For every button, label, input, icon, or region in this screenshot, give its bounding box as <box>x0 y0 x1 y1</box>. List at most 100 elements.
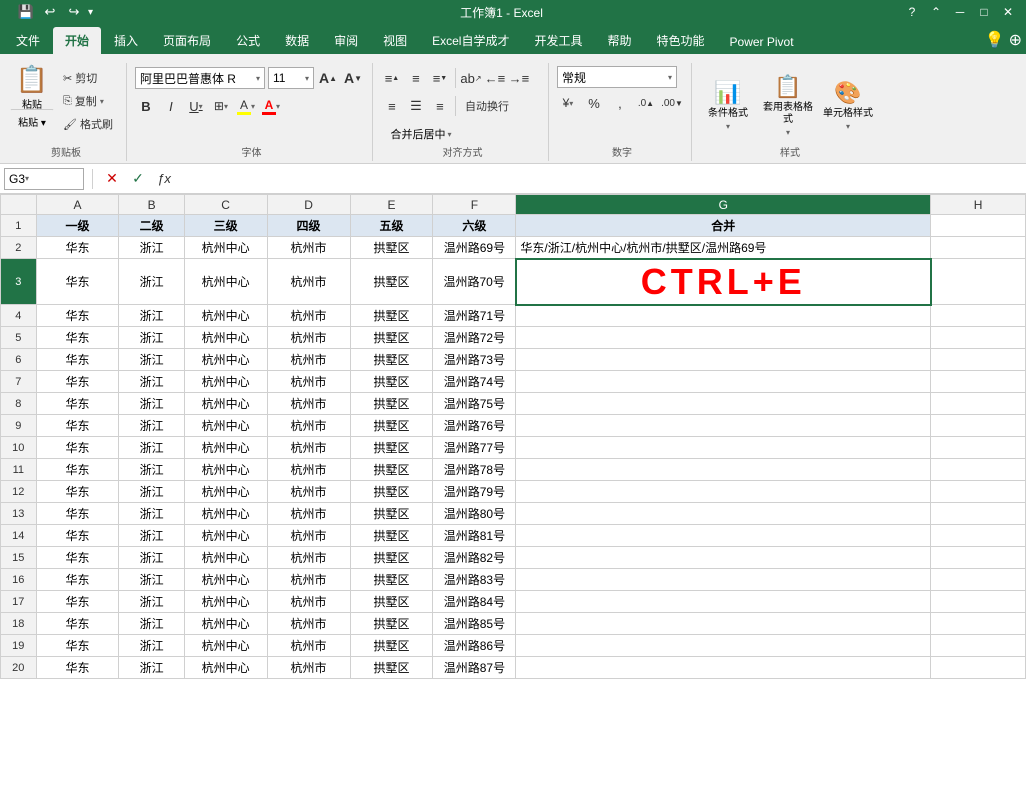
table-cell[interactable]: 杭州市 <box>267 481 350 503</box>
tab-view[interactable]: 视图 <box>371 27 419 54</box>
font-color-button[interactable]: A ▾ <box>260 95 282 117</box>
col-header-H[interactable]: H <box>931 195 1026 215</box>
table-cell[interactable]: 杭州市 <box>267 525 350 547</box>
table-cell[interactable]: 拱墅区 <box>350 393 433 415</box>
help-icon[interactable]: ? <box>902 2 922 22</box>
table-cell[interactable]: 杭州市 <box>267 259 350 305</box>
table-cell[interactable]: 浙江 <box>119 305 184 327</box>
table-cell[interactable]: 杭州市 <box>267 657 350 679</box>
row-number[interactable]: 18 <box>1 613 37 635</box>
table-cell[interactable] <box>516 371 931 393</box>
bold-button[interactable]: B <box>135 95 157 117</box>
table-cell[interactable] <box>516 305 931 327</box>
table-cell[interactable] <box>931 437 1026 459</box>
format-table-button[interactable]: 📋 套用表格格式 ▾ <box>760 69 816 141</box>
table-cell[interactable]: 合并 <box>516 215 931 237</box>
row-number[interactable]: 9 <box>1 415 37 437</box>
row-number[interactable]: 2 <box>1 237 37 259</box>
tab-excel-learn[interactable]: Excel自学成才 <box>420 27 521 54</box>
table-cell[interactable]: 拱墅区 <box>350 437 433 459</box>
col-header-F[interactable]: F <box>433 195 516 215</box>
row-number[interactable]: 1 <box>1 215 37 237</box>
table-cell[interactable]: 杭州市 <box>267 503 350 525</box>
table-cell[interactable] <box>931 371 1026 393</box>
table-cell[interactable]: 浙江 <box>119 481 184 503</box>
row-number[interactable]: 5 <box>1 327 37 349</box>
row-number[interactable]: 15 <box>1 547 37 569</box>
undo-quick-btn[interactable]: ↩ <box>40 2 60 22</box>
row-number[interactable]: 17 <box>1 591 37 613</box>
table-cell[interactable] <box>931 503 1026 525</box>
paste-dropdown[interactable]: 粘贴 ▾ <box>10 109 54 133</box>
table-cell[interactable]: 拱墅区 <box>350 591 433 613</box>
table-cell[interactable] <box>931 547 1026 569</box>
table-cell[interactable]: 浙江 <box>119 613 184 635</box>
table-cell[interactable]: 华东 <box>36 305 119 327</box>
table-cell[interactable]: 杭州中心 <box>184 657 267 679</box>
table-cell[interactable]: 拱墅区 <box>350 349 433 371</box>
table-cell[interactable]: 温州路87号 <box>433 657 516 679</box>
col-header-B[interactable]: B <box>119 195 184 215</box>
col-header-G[interactable]: G <box>516 195 931 215</box>
table-cell[interactable] <box>931 657 1026 679</box>
table-cell[interactable]: 浙江 <box>119 591 184 613</box>
auto-wrap-button[interactable]: 自动换行 <box>460 95 540 117</box>
table-cell[interactable]: 浙江 <box>119 371 184 393</box>
confirm-formula-btn[interactable]: ✓ <box>127 168 149 190</box>
table-cell[interactable] <box>931 393 1026 415</box>
number-format-selector[interactable]: 常规 ▾ <box>557 66 677 88</box>
table-cell[interactable]: 拱墅区 <box>350 569 433 591</box>
align-bottom-button[interactable]: ≡▼ <box>429 67 451 89</box>
align-middle-button[interactable]: ≡ <box>405 67 427 89</box>
redo-quick-btn[interactable]: ↪ <box>64 2 84 22</box>
table-cell[interactable]: 杭州中心 <box>184 371 267 393</box>
table-cell[interactable]: 拱墅区 <box>350 415 433 437</box>
table-cell[interactable]: 杭州市 <box>267 349 350 371</box>
table-cell[interactable]: 浙江 <box>119 525 184 547</box>
align-center-button[interactable]: ☰ <box>405 95 427 117</box>
row-number[interactable]: 11 <box>1 459 37 481</box>
table-cell[interactable]: 杭州市 <box>267 591 350 613</box>
ribbon-collapse-btn[interactable]: ⌃ <box>926 2 946 22</box>
row-number[interactable]: 4 <box>1 305 37 327</box>
row-number[interactable]: 8 <box>1 393 37 415</box>
table-cell[interactable] <box>931 349 1026 371</box>
table-cell[interactable]: 温州路74号 <box>433 371 516 393</box>
table-cell[interactable]: 温州路86号 <box>433 635 516 657</box>
dropdown-arrow-qa[interactable]: ▾ <box>88 7 93 18</box>
table-cell[interactable]: 温州路79号 <box>433 481 516 503</box>
copy-button[interactable]: ⎘ 复制 ▾ <box>58 90 118 112</box>
table-cell[interactable]: 浙江 <box>119 259 184 305</box>
table-cell[interactable]: 杭州中心 <box>184 305 267 327</box>
table-cell[interactable]: 五级 <box>350 215 433 237</box>
table-cell[interactable]: 拱墅区 <box>350 525 433 547</box>
table-cell[interactable]: 华东 <box>36 547 119 569</box>
share-icon[interactable]: ⊕ <box>1009 30 1022 50</box>
align-top-button[interactable]: ≡▲ <box>381 67 403 89</box>
indent-decrease-button[interactable]: ←≡ <box>484 67 506 89</box>
table-cell[interactable]: 杭州市 <box>267 371 350 393</box>
table-cell[interactable]: 二级 <box>119 215 184 237</box>
table-cell[interactable]: 拱墅区 <box>350 547 433 569</box>
row-number[interactable]: 12 <box>1 481 37 503</box>
table-cell[interactable]: 温州路85号 <box>433 613 516 635</box>
cut-button[interactable]: ✂ 剪切 <box>58 67 118 89</box>
col-header-E[interactable]: E <box>350 195 433 215</box>
insert-function-btn[interactable]: ƒx <box>153 168 175 190</box>
table-cell[interactable] <box>931 459 1026 481</box>
text-direction-button[interactable]: ab↗ <box>460 67 482 89</box>
table-cell[interactable] <box>931 635 1026 657</box>
table-cell[interactable]: 六级 <box>433 215 516 237</box>
formula-input[interactable] <box>179 168 1022 190</box>
table-cell[interactable]: 拱墅区 <box>350 503 433 525</box>
table-cell[interactable] <box>931 215 1026 237</box>
decrease-font-button[interactable]: A▼ <box>342 67 364 89</box>
table-cell[interactable]: 浙江 <box>119 657 184 679</box>
tab-powerpivot[interactable]: Power Pivot <box>718 30 806 54</box>
table-cell[interactable] <box>931 305 1026 327</box>
table-cell[interactable] <box>931 525 1026 547</box>
font-name-selector[interactable]: 阿里巴巴普惠体 R ▾ <box>135 67 265 89</box>
table-cell[interactable]: 拱墅区 <box>350 657 433 679</box>
font-size-selector[interactable]: 11 ▾ <box>268 67 314 89</box>
table-cell[interactable]: 华东 <box>36 635 119 657</box>
